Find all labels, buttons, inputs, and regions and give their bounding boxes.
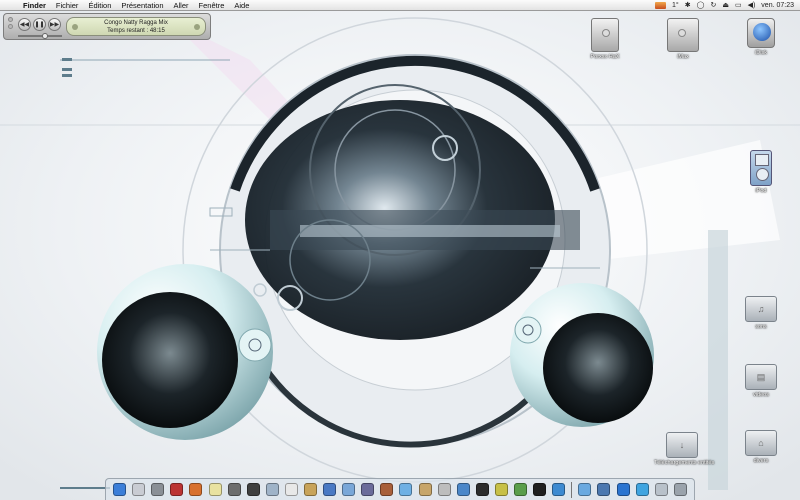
music-folder-icon: ♫ — [745, 296, 777, 322]
dock — [105, 478, 695, 500]
dock-item-app-5-icon[interactable] — [189, 483, 203, 496]
volume-slider-knob[interactable] — [42, 33, 48, 39]
disk1-label: Porxxx HaX — [590, 54, 620, 60]
dock-item-trash-icon[interactable] — [673, 483, 687, 496]
dock-item-app-8-icon[interactable] — [246, 483, 260, 496]
idisk-globe-icon — [747, 18, 775, 48]
time-remaining: Temps restant : 48:15 — [107, 28, 165, 34]
window-buttons — [8, 17, 13, 29]
dock-item-garageband-icon[interactable] — [418, 483, 432, 496]
menu-edition[interactable]: Édition — [83, 0, 116, 11]
dock-item-app-3-icon[interactable] — [151, 483, 165, 496]
menu-aide[interactable]: Aide — [229, 0, 254, 11]
idisk-label: iDisk — [755, 50, 767, 56]
rewind-icon: ◀◀ — [19, 22, 30, 28]
videos-label: videos — [753, 392, 769, 398]
menu-presentation[interactable]: Présentation — [116, 0, 168, 11]
downloads-label: Téléchargements entités — [654, 460, 715, 466]
dock-item-ical-icon[interactable] — [284, 483, 298, 496]
desktop-icon-disk1[interactable]: Porxxx HaX — [577, 18, 633, 60]
ipod-icon — [750, 150, 772, 186]
dock-item-app-19-icon[interactable] — [456, 483, 470, 496]
hard-drive-icon — [667, 18, 699, 52]
eject-icon[interactable]: ⏏ — [722, 0, 729, 11]
dock-item-app-29-icon[interactable] — [654, 483, 668, 496]
close-button[interactable] — [8, 17, 13, 22]
sync-icon[interactable]: ↻ — [710, 0, 716, 11]
folder-icon: ⌂ — [745, 430, 777, 456]
downloads-folder-icon: ↓ — [666, 432, 698, 458]
menu-finder[interactable]: Finder — [18, 0, 51, 11]
menu-aller[interactable]: Aller — [169, 0, 194, 11]
dock-item-app-4-icon[interactable] — [170, 483, 184, 496]
equalizer-button[interactable] — [72, 24, 78, 30]
dock-item-app-21-icon[interactable] — [494, 483, 508, 496]
dock-item-app-7-icon[interactable] — [227, 483, 241, 496]
menu-fenetre[interactable]: Fenêtre — [194, 0, 230, 11]
dock-item-app-22-icon[interactable] — [514, 483, 528, 496]
desktop-icon-idisk[interactable]: iDisk — [733, 18, 789, 56]
sons-label: sons — [755, 324, 767, 330]
menu-clock[interactable]: ven. 07:23 — [761, 0, 794, 11]
desktop-wallpaper — [0, 0, 800, 500]
now-playing-display[interactable]: Congo Natty Ragga Mix Temps restant : 48… — [66, 17, 206, 36]
desktop-icon-divers[interactable]: ⌂ divers — [733, 430, 789, 464]
dock-item-app-11-icon[interactable] — [303, 483, 317, 496]
dock-item-finder-icon[interactable] — [113, 483, 127, 496]
pause-icon: ❚❚ — [34, 22, 45, 28]
dock-item-app-26-icon[interactable] — [597, 483, 611, 496]
dock-item-app-27-icon[interactable] — [616, 483, 630, 496]
menu-fichier[interactable]: Fichier — [51, 0, 84, 11]
display-icon[interactable]: ▭ — [735, 0, 742, 11]
menu-bar: Finder Fichier Édition Présentation Alle… — [0, 0, 800, 11]
divers-label: divers — [753, 458, 769, 464]
dock-item-mail-icon[interactable] — [132, 483, 146, 496]
wallpaper-art — [0, 0, 800, 500]
temperature-readout: 1° — [672, 1, 679, 9]
desktop-icon-ipod[interactable]: iPod — [733, 150, 789, 194]
dock-separator — [571, 481, 573, 498]
track-title: Congo Natty Ragga Mix — [104, 20, 168, 26]
dock-item-app-20-icon[interactable] — [475, 483, 489, 496]
previous-track-button[interactable]: ◀◀ — [18, 18, 31, 31]
fast-forward-icon: ▶▶ — [49, 22, 60, 28]
pause-button[interactable]: ❚❚ — [33, 18, 46, 31]
dock-item-app-24-icon[interactable] — [552, 483, 566, 496]
playlist-button[interactable] — [194, 24, 200, 30]
gear-icon[interactable]: ✱ — [685, 0, 691, 11]
volume-slider-track[interactable] — [18, 35, 62, 37]
next-track-button[interactable]: ▶▶ — [48, 18, 61, 31]
weather-icon[interactable] — [655, 1, 667, 9]
dock-item-app-15-icon[interactable] — [380, 483, 394, 496]
desktop-icon-disk2[interactable]: iMax — [655, 18, 711, 60]
desktop-icon-sons[interactable]: ♫ sons — [733, 296, 789, 330]
menu-extras: 1° ✱ ◯ ↻ ⏏ ▭ ◀) ven. 07:23 — [655, 0, 800, 11]
dock-item-itunes-icon[interactable] — [399, 483, 413, 496]
hard-drive-icon — [591, 18, 619, 52]
dock-item-app-28-icon[interactable] — [635, 483, 649, 496]
dock-item-app-14-icon[interactable] — [361, 483, 375, 496]
dock-item-app-12-icon[interactable] — [323, 483, 337, 496]
minimize-button[interactable] — [8, 24, 13, 29]
itunes-mini-player[interactable]: ◀◀ ❚❚ ▶▶ Congo Natty Ragga Mix Temps res… — [3, 13, 211, 40]
dock-item-app-6-icon[interactable] — [208, 483, 222, 496]
ipod-label: iPod — [755, 188, 767, 194]
desktop-icon-videos[interactable]: ▤ videos — [733, 364, 789, 398]
volume-icon[interactable]: ◀) — [748, 0, 756, 11]
chat-bubble-icon[interactable]: ◯ — [697, 0, 705, 11]
dock-item-app-13-icon[interactable] — [342, 483, 356, 496]
dock-item-app-25-icon[interactable] — [578, 483, 592, 496]
desktop-icon-downloads[interactable]: ↓ Téléchargements entités — [654, 432, 715, 466]
dock-item-app-18-icon[interactable] — [437, 483, 451, 496]
dock-item-app-9-icon[interactable] — [265, 483, 279, 496]
movies-folder-icon: ▤ — [745, 364, 777, 390]
dock-item-app-23-icon[interactable] — [533, 483, 547, 496]
disk2-label: iMax — [677, 54, 689, 60]
